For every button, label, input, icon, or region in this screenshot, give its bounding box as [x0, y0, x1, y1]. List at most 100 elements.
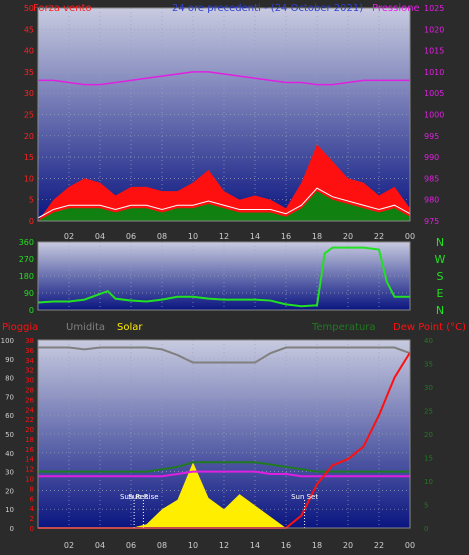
x-tick-label: 18: [312, 232, 322, 241]
solar-title: Solar: [117, 322, 143, 333]
compass-label: E: [437, 287, 444, 300]
pressure-title: Pressione: [372, 3, 420, 14]
x-tick-label: 06: [126, 232, 136, 241]
y-tick-label: 16: [25, 446, 34, 454]
y-tick-label: 4: [30, 505, 35, 513]
humidity-title: Umidita: [66, 322, 105, 333]
wind-title: Forza vento: [33, 3, 92, 14]
y-tick-label: 0: [29, 306, 34, 315]
x-tick-label: 10: [188, 232, 198, 241]
y-tick-label: 32: [25, 367, 34, 375]
y-tick-label: 270: [19, 255, 34, 264]
x-tick-label: 12: [219, 232, 229, 241]
y-tick-label: 6: [30, 495, 35, 503]
y-tick-label: 90: [24, 289, 34, 298]
x-tick-label: 10: [188, 541, 198, 550]
y-tick-label: 25: [424, 408, 433, 416]
x-tick-label: 20: [343, 541, 353, 550]
panels: 0510152025303540455097598098599099510001…: [1, 3, 466, 550]
y-tick-label: 0: [29, 217, 34, 226]
x-tick-label: 16: [281, 232, 291, 241]
x-tick-label: 06: [126, 541, 136, 550]
x-tick-label: 14: [250, 232, 260, 241]
x-tick-label: 02: [64, 232, 74, 241]
y-tick-label: 1025: [424, 4, 444, 13]
y-tick-label: 0: [30, 525, 34, 533]
y-tick-label: 990: [424, 153, 439, 162]
x-tick-label: 00: [405, 232, 415, 241]
y-tick-label: 1005: [424, 89, 444, 98]
y-tick-label: 18: [25, 436, 34, 444]
y-tick-label: 180: [19, 272, 34, 281]
y-tick-label: 8: [30, 485, 34, 493]
weather-chart: 0510152025303540455097598098599099510001…: [1, 3, 466, 550]
y-tick-label: 36: [25, 347, 34, 355]
y-tick-label: 1015: [424, 47, 444, 56]
y-tick-label: 15: [24, 153, 34, 162]
y-tick-label: 1010: [424, 68, 444, 77]
y-tick-label: 2: [30, 515, 34, 523]
y-tick-label: 20: [25, 426, 34, 434]
y-tick-label: 12: [25, 466, 34, 474]
y-tick-label: 30: [25, 377, 34, 385]
x-tick-label: 22: [374, 232, 384, 241]
y-tick-label: 0: [10, 525, 14, 533]
y-tick-label: 35: [24, 68, 34, 77]
y-tick-label: 35: [424, 361, 433, 369]
sun-annotation: Sun Set: [291, 493, 318, 501]
compass-label: N: [436, 236, 444, 249]
x-tick-label: 18: [312, 541, 322, 550]
y-tick-label: 70: [5, 393, 14, 401]
x-tick-label: 08: [157, 232, 167, 241]
x-tick-label: 14: [250, 541, 260, 550]
y-tick-label: 985: [424, 174, 439, 183]
y-tick-label: 980: [424, 196, 439, 205]
x-tick-label: 04: [95, 232, 105, 241]
y-tick-label: 20: [24, 132, 34, 141]
chart-subtitle: 24 ore precedenti - (24 October 2021): [172, 3, 363, 14]
x-tick-label: 16: [281, 541, 291, 550]
y-tick-label: 975: [424, 217, 439, 226]
y-tick-label: 14: [25, 456, 34, 464]
x-tick-label: 22: [374, 541, 384, 550]
y-tick-label: 10: [5, 506, 14, 514]
x-tick-label: 08: [157, 541, 167, 550]
y-tick-label: 40: [424, 337, 433, 345]
temperature-title: Temperatura: [311, 322, 376, 333]
y-tick-label: 22: [25, 416, 34, 424]
y-tick-label: 20: [5, 487, 14, 495]
y-tick-label: 10: [25, 476, 34, 484]
x-tick-label: 20: [343, 232, 353, 241]
y-tick-label: 26: [25, 396, 34, 404]
y-tick-label: 0: [424, 525, 428, 533]
y-tick-label: 40: [5, 450, 14, 458]
rain-title: Pioggia: [2, 322, 38, 333]
y-tick-label: 38: [25, 337, 34, 345]
y-tick-label: 40: [24, 47, 34, 56]
y-tick-label: 50: [5, 431, 14, 439]
sun-annotation: Sun Rec: [120, 493, 148, 501]
y-tick-label: 1020: [424, 25, 444, 34]
y-tick-label: 5: [424, 502, 428, 510]
y-tick-label: 20: [424, 431, 433, 439]
compass-label: N: [436, 304, 444, 317]
y-tick-label: 90: [5, 356, 14, 364]
y-tick-label: 15: [424, 455, 433, 463]
x-tick-label: 12: [219, 541, 229, 550]
y-tick-label: 5: [29, 196, 34, 205]
compass-label: S: [437, 270, 444, 283]
y-tick-label: 24: [25, 406, 34, 414]
y-tick-label: 80: [5, 375, 14, 383]
y-tick-label: 60: [5, 412, 14, 420]
y-tick-label: 100: [1, 337, 14, 345]
y-tick-label: 45: [24, 25, 34, 34]
y-tick-label: 995: [424, 132, 439, 141]
dewpoint-title: Dew Point (°C): [393, 322, 466, 333]
y-tick-label: 28: [25, 386, 34, 394]
y-tick-label: 360: [19, 238, 34, 247]
y-tick-label: 1000: [424, 111, 444, 120]
y-tick-label: 10: [24, 174, 34, 183]
x-tick-label: 04: [95, 541, 105, 550]
compass-label: W: [435, 253, 446, 266]
x-tick-label: 00: [405, 541, 415, 550]
